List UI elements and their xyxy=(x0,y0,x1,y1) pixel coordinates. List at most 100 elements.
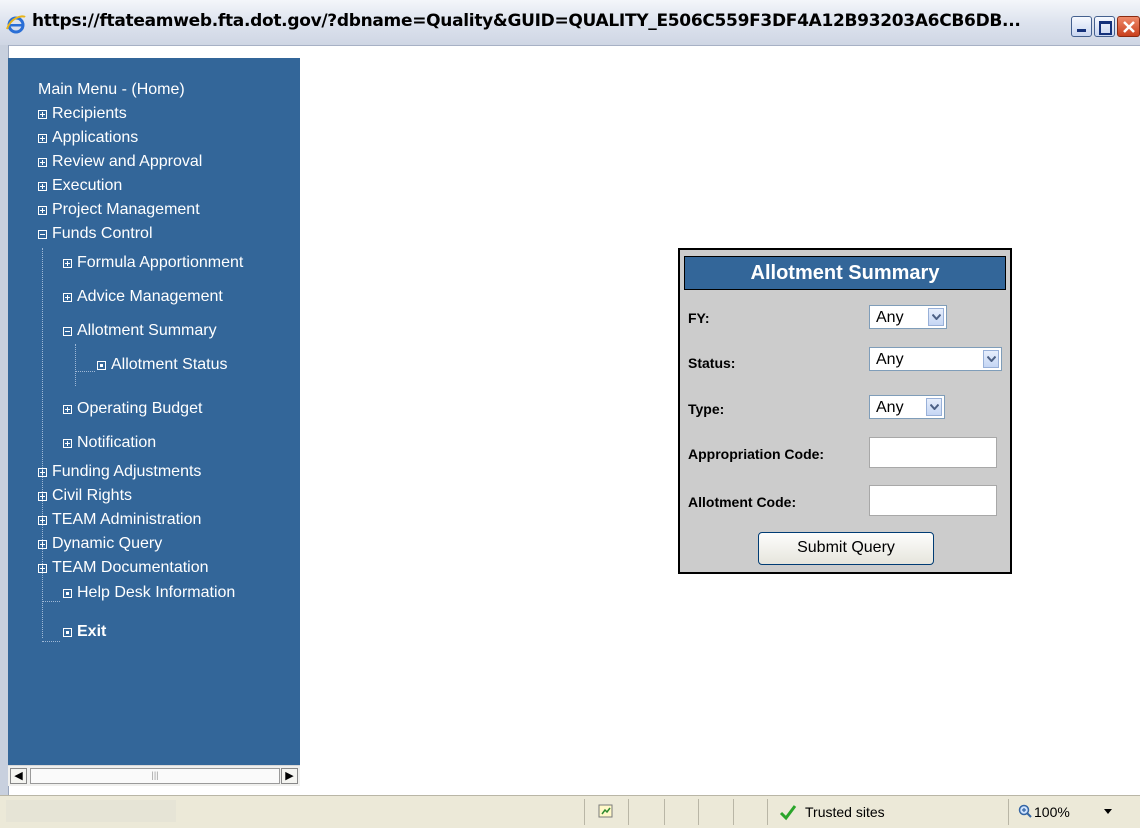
expand-icon xyxy=(38,206,47,215)
tree-guide-line xyxy=(75,371,95,372)
menu-item-allotment-summary[interactable]: Allotment Summary xyxy=(63,322,217,340)
collapse-icon xyxy=(63,327,72,336)
appropriation-code-label: Appropriation Code: xyxy=(688,446,825,462)
leaf-node-icon xyxy=(63,628,72,637)
appropriation-code-input[interactable] xyxy=(869,437,997,468)
main-menu-home-link[interactable]: Main Menu - (Home) xyxy=(38,81,185,99)
security-zone-label[interactable]: Trusted sites xyxy=(805,804,885,820)
fy-select-value: Any xyxy=(876,309,904,326)
zoom-icon[interactable] xyxy=(1018,804,1032,818)
minimize-button[interactable] xyxy=(1071,16,1092,37)
menu-item-label: Advice Management xyxy=(77,288,223,305)
maximize-button[interactable] xyxy=(1094,16,1115,37)
menu-item-funding-adjustments[interactable]: Funding Adjustments xyxy=(38,463,201,481)
window-title: https://ftateamweb.fta.dot.gov/?dbname=Q… xyxy=(32,11,1021,31)
expand-icon xyxy=(63,259,72,268)
allotment-summary-form: Allotment Summary FY: Any Status: Any Ty… xyxy=(678,248,1012,574)
status-divider xyxy=(698,799,699,825)
menu-item-help-desk-information[interactable]: Help Desk Information xyxy=(63,584,235,602)
expand-icon xyxy=(38,540,47,549)
menu-item-label: Dynamic Query xyxy=(52,535,163,552)
allotment-code-label: Allotment Code: xyxy=(688,494,797,510)
menu-item-review-and-approval[interactable]: Review and Approval xyxy=(38,153,202,171)
form-title: Allotment Summary xyxy=(684,256,1006,290)
menu-item-funds-control[interactable]: Funds Control xyxy=(38,225,153,243)
expand-icon xyxy=(38,134,47,143)
expand-icon xyxy=(38,564,47,573)
menu-item-label: Notification xyxy=(77,434,157,451)
menu-item-civil-rights[interactable]: Civil Rights xyxy=(38,487,132,505)
status-divider xyxy=(628,799,629,825)
status-label: Status: xyxy=(688,355,736,371)
fy-label: FY: xyxy=(688,310,710,326)
expand-icon xyxy=(63,405,72,414)
chevron-down-icon xyxy=(928,308,944,326)
close-icon xyxy=(1123,21,1135,33)
tree-guide-line xyxy=(42,641,60,642)
scroll-thumb[interactable]: ||| xyxy=(30,768,280,784)
menu-item-label: TEAM Documentation xyxy=(52,559,209,576)
menu-item-label: Project Management xyxy=(52,201,200,218)
tree-guide-line xyxy=(42,248,43,638)
menu-item-label: Funds Control xyxy=(52,225,153,242)
status-divider xyxy=(664,799,665,825)
chevron-down-icon[interactable] xyxy=(1104,809,1112,814)
menu-item-recipients[interactable]: Recipients xyxy=(38,105,127,123)
status-text-area xyxy=(6,800,176,822)
internet-explorer-icon xyxy=(6,15,26,34)
status-divider xyxy=(733,799,734,825)
menu-item-project-management[interactable]: Project Management xyxy=(38,201,200,219)
tree-guide-line xyxy=(75,344,76,386)
type-label: Type: xyxy=(688,401,725,417)
submit-query-button[interactable]: Submit Query xyxy=(758,532,934,565)
menu-item-formula-apportionment[interactable]: Formula Apportionment xyxy=(63,254,243,272)
zoom-level[interactable]: 100% xyxy=(1034,804,1070,820)
menu-item-label: Execution xyxy=(52,177,123,194)
menu-item-team-documentation[interactable]: TEAM Documentation xyxy=(38,559,209,577)
menu-item-team-administration[interactable]: TEAM Administration xyxy=(38,511,201,529)
leaf-node-icon xyxy=(63,589,72,598)
menu-item-notification[interactable]: Notification xyxy=(63,434,156,452)
sidebar-horizontal-scrollbar[interactable]: ◀ ||| ▶ xyxy=(8,765,300,786)
expand-icon xyxy=(38,182,47,191)
window-title-bar[interactable]: https://ftateamweb.fta.dot.gov/?dbname=Q… xyxy=(0,0,1140,46)
status-select[interactable]: Any xyxy=(869,347,1002,371)
expand-icon xyxy=(63,439,72,448)
chevron-down-icon xyxy=(983,350,999,368)
menu-item-label: Formula Apportionment xyxy=(77,254,244,271)
allotment-code-input[interactable] xyxy=(869,485,997,516)
close-button[interactable] xyxy=(1117,16,1140,37)
menu-item-label: Funding Adjustments xyxy=(52,463,202,480)
menu-item-execution[interactable]: Execution xyxy=(38,177,122,195)
status-select-value: Any xyxy=(876,351,904,368)
expand-icon xyxy=(38,516,47,525)
status-bar: Trusted sites 100% xyxy=(0,795,1140,828)
menu-item-label: Allotment Status xyxy=(111,356,228,373)
menu-item-label: Operating Budget xyxy=(77,400,203,417)
menu-item-advice-management[interactable]: Advice Management xyxy=(63,288,223,306)
menu-item-label: TEAM Administration xyxy=(52,511,202,528)
menu-item-label: Allotment Summary xyxy=(77,322,217,339)
popup-blocker-icon[interactable] xyxy=(598,803,614,819)
expand-icon xyxy=(38,110,47,119)
menu-item-dynamic-query[interactable]: Dynamic Query xyxy=(38,535,162,553)
fy-select[interactable]: Any xyxy=(869,305,947,329)
menu-item-operating-budget[interactable]: Operating Budget xyxy=(63,400,202,418)
menu-item-label: Exit xyxy=(77,623,107,640)
tree-guide-line xyxy=(42,601,60,602)
menu-item-allotment-status[interactable]: Allotment Status xyxy=(97,356,228,374)
status-divider xyxy=(767,799,768,825)
scroll-left-button[interactable]: ◀ xyxy=(10,768,27,784)
menu-item-label: Review and Approval xyxy=(52,153,203,170)
menu-item-exit[interactable]: Exit xyxy=(63,623,106,641)
collapse-icon xyxy=(38,230,47,239)
leaf-node-icon xyxy=(97,361,106,370)
type-select[interactable]: Any xyxy=(869,395,945,419)
menu-item-applications[interactable]: Applications xyxy=(38,129,138,147)
expand-icon xyxy=(38,158,47,167)
expand-icon xyxy=(38,492,47,501)
scroll-right-button[interactable]: ▶ xyxy=(281,768,298,784)
menu-item-label: Recipients xyxy=(52,105,127,122)
menu-item-label: Help Desk Information xyxy=(77,584,236,601)
status-divider xyxy=(584,799,585,825)
